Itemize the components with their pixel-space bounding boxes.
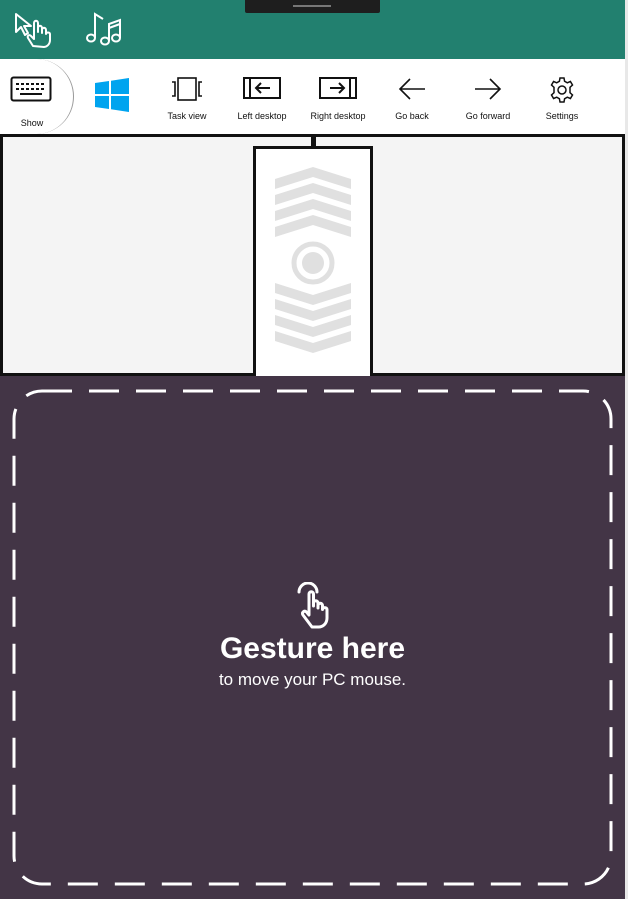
right-desktop-label: Right desktop (310, 111, 366, 121)
task-view-label: Task view (167, 111, 207, 121)
top-bar (0, 0, 625, 59)
settings-button[interactable]: Settings (522, 59, 602, 134)
windows-logo-icon (95, 78, 129, 112)
left-desktop-button[interactable]: Left desktop (222, 59, 302, 134)
gesture-title: Gesture here (219, 632, 406, 665)
go-back-button[interactable]: Go back (372, 59, 452, 134)
window-grip-handle[interactable] (245, 0, 380, 13)
arrow-left-icon (398, 78, 425, 100)
go-forward-label: Go forward (465, 111, 511, 121)
left-desktop-icon (243, 77, 281, 99)
toolbar: Show Task view Left desktop Right deskto… (0, 59, 625, 134)
touch-mouse-icon[interactable] (13, 10, 55, 55)
task-view-icon (172, 77, 202, 101)
go-forward-button[interactable]: Go forward (448, 59, 528, 134)
right-desktop-icon (319, 77, 357, 99)
music-notes-icon[interactable] (84, 10, 122, 53)
show-keyboard-button[interactable]: Show (0, 59, 74, 134)
windows-start-button[interactable] (76, 59, 148, 134)
show-keyboard-label: Show (20, 118, 44, 128)
right-desktop-button[interactable]: Right desktop (298, 59, 378, 134)
app-preview-card (253, 146, 373, 376)
task-view-button[interactable]: Task view (147, 59, 227, 134)
keyboard-icon (10, 76, 52, 102)
settings-label: Settings (545, 111, 579, 121)
touch-hand-icon (291, 581, 335, 635)
gear-icon (550, 77, 574, 103)
app-logo-icon (275, 167, 351, 353)
left-desktop-label: Left desktop (237, 111, 287, 121)
go-back-label: Go back (395, 111, 429, 121)
arrow-right-icon (475, 78, 502, 100)
gesture-subtitle: to move your PC mouse. (218, 670, 407, 689)
